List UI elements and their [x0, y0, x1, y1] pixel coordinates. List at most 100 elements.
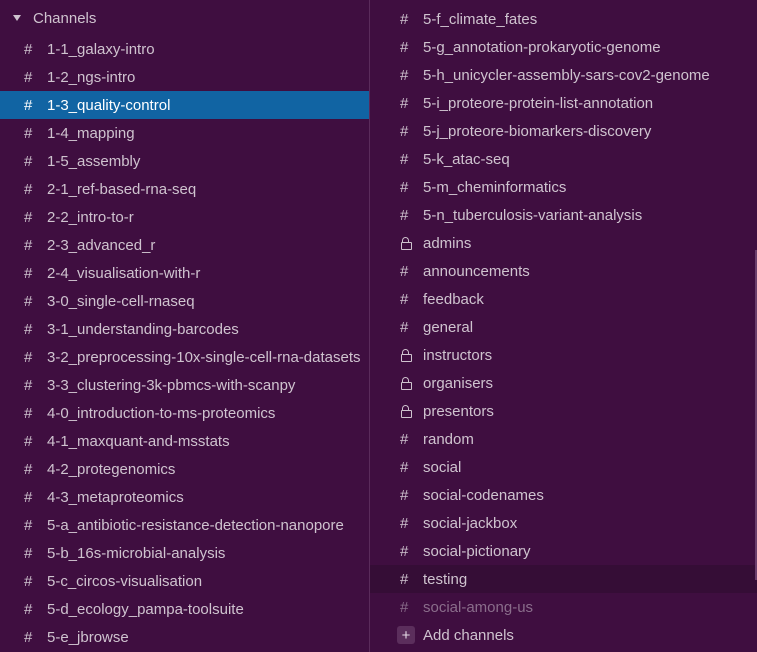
channel-item[interactable]: #4-2_protegenomics — [0, 455, 369, 483]
channel-item[interactable]: # social-codenames — [370, 481, 757, 509]
hash-icon: # — [400, 318, 409, 336]
channel-name: 5-e_jbrowse — [47, 628, 129, 646]
channel-name: 3-3_clustering-3k-pbmcs-with-scanpy — [47, 376, 296, 394]
hash-icon: # — [24, 68, 33, 86]
channel-item[interactable]: #3-0_single-cell-rnaseq — [0, 287, 369, 315]
channel-item[interactable]: #5-i_proteore-protein-list-annotation — [370, 89, 757, 117]
channel-item[interactable]: # social-among-us — [370, 593, 757, 621]
add-channels-button[interactable]: + Add channels — [370, 621, 757, 649]
hash-icon: # — [400, 598, 409, 616]
channel-item[interactable]: #3-2_preprocessing-10x-single-cell-rna-d… — [0, 343, 369, 371]
channel-item[interactable]: # random — [370, 425, 757, 453]
channel-item[interactable]: #3-3_clustering-3k-pbmcs-with-scanpy — [0, 371, 369, 399]
channel-item[interactable]: #4-0_introduction-to-ms-proteomics — [0, 399, 369, 427]
channel-name: social-jackbox — [423, 514, 518, 532]
channel-name: 2-4_visualisation-with-r — [47, 264, 201, 282]
channel-item[interactable]: # feedback — [370, 285, 757, 313]
hash-icon: # — [400, 178, 409, 196]
channel-name: organisers — [423, 374, 494, 392]
caret-down-icon[interactable] — [13, 15, 21, 21]
channel-item[interactable]: admins — [370, 229, 757, 257]
channel-item[interactable]: #2-3_advanced_r — [0, 231, 369, 259]
lock-icon — [400, 237, 423, 250]
hash-icon: # — [400, 458, 409, 476]
channel-item[interactable]: #5-e_jbrowse — [0, 623, 369, 651]
channel-item[interactable]: #1-2_ngs-intro — [0, 63, 369, 91]
channel-item[interactable]: #4-3_metaproteomics — [0, 483, 369, 511]
channel-item[interactable]: #1-1_galaxy-intro — [0, 35, 369, 63]
channel-item[interactable]: # announcements — [370, 257, 757, 285]
channel-item[interactable]: #2-2_intro-to-r — [0, 203, 369, 231]
channel-item[interactable]: #1-4_mapping — [0, 119, 369, 147]
channel-name: 5-k_atac-seq — [423, 150, 510, 168]
channel-item[interactable]: #1-5_assembly — [0, 147, 369, 175]
channel-item[interactable]: # general — [370, 313, 757, 341]
channel-name: feedback — [423, 290, 484, 308]
channel-item[interactable]: #5-g_annotation-prokaryotic-genome — [370, 33, 757, 61]
channel-name: 2-1_ref-based-rna-seq — [47, 180, 197, 198]
channel-item[interactable]: #5-k_atac-seq — [370, 145, 757, 173]
hash-icon: # — [24, 208, 33, 226]
hash-icon: # — [400, 66, 409, 84]
channel-item[interactable]: organisers — [370, 369, 757, 397]
channel-item[interactable]: #5-d_ecology_pampa-toolsuite — [0, 595, 369, 623]
channel-item[interactable]: #4-1_maxquant-and-msstats — [0, 427, 369, 455]
hash-icon: # — [24, 348, 33, 366]
channel-list-left: #1-1_galaxy-intro #1-2_ngs-intro #1-3_qual… — [0, 35, 369, 651]
channel-name: 4-3_metaproteomics — [47, 488, 184, 506]
channel-name: 5-m_cheminformatics — [423, 178, 567, 196]
channel-item[interactable]: # social-pictionary — [370, 537, 757, 565]
channels-pane-right: #5-f_climate_fates #5-g_annotation-prokar… — [370, 0, 757, 652]
hash-icon: # — [24, 628, 33, 646]
channel-name: 5-a_antibiotic-resistance-detection-nano… — [47, 516, 344, 534]
channel-name: 5-d_ecology_pampa-toolsuite — [47, 600, 244, 618]
hash-icon: # — [400, 570, 409, 588]
channel-name: 3-2_preprocessing-10x-single-cell-rna-da… — [47, 348, 361, 366]
channel-name: 5-b_16s-microbial-analysis — [47, 544, 226, 562]
channel-item[interactable]: #2-4_visualisation-with-r — [0, 259, 369, 287]
channels-section-header[interactable]: Channels — [0, 4, 96, 32]
channel-item[interactable]: # social — [370, 453, 757, 481]
channel-item[interactable]: # testing — [370, 565, 757, 593]
lock-glyph — [401, 349, 412, 362]
channel-name: 5-h_unicycler-assembly-sars-cov2-genome — [423, 66, 710, 84]
channel-name: social-among-us — [423, 598, 534, 616]
channel-item[interactable]: presentors — [370, 397, 757, 425]
hash-icon: # — [24, 292, 33, 310]
channel-name: 5-n_tuberculosis-variant-analysis — [423, 206, 643, 224]
plus-icon: + — [397, 626, 415, 644]
lock-icon — [400, 405, 423, 418]
channel-item[interactable]: #5-f_climate_fates — [370, 5, 757, 33]
channel-item[interactable]: #5-c_circos-visualisation — [0, 567, 369, 595]
channel-name: social — [423, 458, 462, 476]
channel-name: social-codenames — [423, 486, 544, 504]
channel-item[interactable]: #5-j_proteore-biomarkers-discovery — [370, 117, 757, 145]
channel-name: 5-j_proteore-biomarkers-discovery — [423, 122, 652, 140]
lock-icon — [400, 349, 423, 362]
hash-icon: # — [400, 262, 409, 280]
channel-name: 4-2_protegenomics — [47, 460, 176, 478]
hash-icon: # — [400, 514, 409, 532]
channel-name: 5-f_climate_fates — [423, 10, 538, 28]
hash-icon: # — [24, 236, 33, 254]
hash-icon: # — [24, 404, 33, 422]
channel-item[interactable]: #3-1_understanding-barcodes — [0, 315, 369, 343]
channels-pane-left: Channels #1-1_galaxy-intro #1-2_ngs-intro… — [0, 0, 369, 652]
add-channels-label: Add channels — [423, 626, 514, 644]
channel-item[interactable]: #5-h_unicycler-assembly-sars-cov2-genome — [370, 61, 757, 89]
hash-icon: # — [24, 40, 33, 58]
channel-name: 2-3_advanced_r — [47, 236, 156, 254]
channel-item[interactable]: #2-1_ref-based-rna-seq — [0, 175, 369, 203]
section-title: Channels — [33, 9, 97, 27]
channel-item[interactable]: instructors — [370, 341, 757, 369]
channel-item[interactable]: #5-m_cheminformatics — [370, 173, 757, 201]
hash-icon: # — [24, 376, 33, 394]
channel-item[interactable]: # social-jackbox — [370, 509, 757, 537]
hash-icon: # — [400, 94, 409, 112]
channel-item[interactable]: #1-3_quality-control — [0, 91, 369, 119]
channel-item[interactable]: #5-n_tuberculosis-variant-analysis — [370, 201, 757, 229]
hash-icon: # — [400, 486, 409, 504]
channel-item[interactable]: #5-b_16s-microbial-analysis — [0, 539, 369, 567]
channel-item[interactable]: #5-a_antibiotic-resistance-detection-nan… — [0, 511, 369, 539]
channel-name: 1-1_galaxy-intro — [47, 40, 155, 58]
